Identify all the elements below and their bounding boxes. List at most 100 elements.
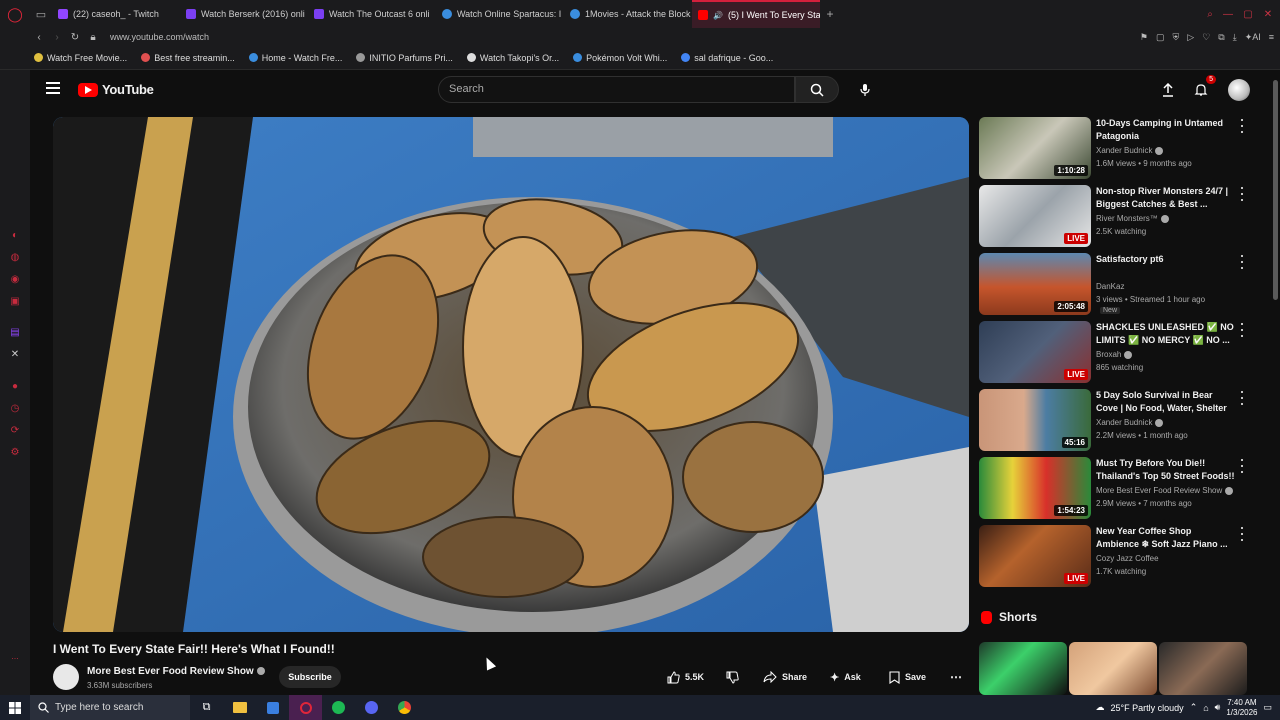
ask-button[interactable]: ✦ Ask	[824, 666, 867, 688]
extensions-icon[interactable]: ⧉	[1218, 32, 1224, 43]
video-title[interactable]: Non-stop River Monsters 24/7 | Biggest C…	[1096, 185, 1236, 211]
search-input[interactable]: Search	[438, 76, 795, 103]
channel-avatar[interactable]	[53, 664, 79, 690]
forward-icon[interactable]: ›	[48, 32, 66, 43]
video-player[interactable]	[53, 117, 969, 632]
bookmark-item[interactable]: Watch Free Movie...	[34, 53, 127, 63]
recommended-video[interactable]: LIVE Non-stop River Monsters 24/7 | Bigg…	[979, 185, 1249, 249]
recommended-video[interactable]: 45:16 5 Day Solo Survival in Bear Cove |…	[979, 389, 1249, 453]
video-thumbnail[interactable]: 1:54:23	[979, 457, 1091, 519]
scrollbar[interactable]	[1273, 80, 1278, 300]
share-button[interactable]: Share	[757, 666, 813, 688]
messenger-icon[interactable]: ◍	[9, 252, 21, 264]
bookmark-item[interactable]: Best free streamin...	[141, 53, 235, 63]
clock[interactable]: 7:40 AM 1/3/2026	[1226, 698, 1257, 718]
more-options-icon[interactable]	[1237, 255, 1247, 269]
channel-name[interactable]: DanKaz	[1096, 282, 1124, 291]
short-thumbnail[interactable]	[1069, 642, 1157, 695]
player-icon[interactable]: ▷	[1187, 32, 1194, 43]
more-options-icon[interactable]	[1237, 119, 1247, 133]
short-thumbnail[interactable]	[979, 642, 1067, 695]
browser-tab[interactable]: Watch Berserk (2016) onli	[180, 0, 308, 28]
tab-overview-icon[interactable]: ▭	[30, 0, 52, 28]
video-thumbnail[interactable]: 45:16	[979, 389, 1091, 451]
bookmark-item[interactable]: Watch Takopi's Or...	[466, 53, 559, 63]
download-icon[interactable]: ⤓	[1233, 32, 1237, 43]
settings-icon[interactable]: ⚙	[9, 447, 21, 459]
reload-icon[interactable]: ↻	[66, 32, 84, 43]
channel-name[interactable]: Cozy Jazz Coffee	[1096, 554, 1159, 563]
create-button[interactable]	[1157, 79, 1179, 101]
notification-center-icon[interactable]: ▭	[1263, 702, 1272, 713]
video-title[interactable]: New Year Coffee Shop Ambience ❄ Soft Jaz…	[1096, 525, 1236, 551]
maximize-button[interactable]: ▢	[1238, 0, 1258, 28]
browser-tab[interactable]: (22) caseoh_ - Twitch	[52, 0, 180, 28]
chevron-up-icon[interactable]: ⌃	[1190, 702, 1198, 713]
bookmark-icon[interactable]: ⚑	[1140, 32, 1148, 43]
video-thumbnail[interactable]: 1:10:28	[979, 117, 1091, 179]
video-title[interactable]: SHACKLES UNLEASHED ✅ NO LIMITS ✅ NO MERC…	[1096, 321, 1236, 347]
chrome-taskbar-icon[interactable]	[388, 695, 421, 720]
more-options-icon[interactable]	[1237, 187, 1247, 201]
opera-logo-icon[interactable]: ◯	[0, 0, 30, 28]
more-icon[interactable]: ⋯	[9, 654, 21, 666]
close-window-button[interactable]: ✕	[1258, 0, 1278, 28]
account-avatar[interactable]	[1228, 79, 1250, 101]
channel-name[interactable]: Xander Budnick	[1096, 418, 1164, 427]
video-thumbnail[interactable]: LIVE	[979, 525, 1091, 587]
heart-icon[interactable]: ♡	[1202, 32, 1210, 43]
history-icon[interactable]: ◷	[9, 403, 21, 415]
browser-tab-active[interactable]: 🔊 (5) I Went To Every Sta	[692, 0, 820, 28]
channel-name[interactable]: Xander Budnick	[1096, 146, 1164, 155]
menu-icon[interactable]: ≡	[1269, 32, 1274, 42]
search-button[interactable]	[795, 76, 839, 103]
capture-icon[interactable]: ▢	[1156, 32, 1165, 43]
back-icon[interactable]: ‹	[30, 32, 48, 43]
recommended-video[interactable]: LIVE SHACKLES UNLEASHED ✅ NO LIMITS ✅ NO…	[979, 321, 1249, 385]
channel-name[interactable]: River Monsters™	[1096, 214, 1169, 223]
bookmark-item[interactable]: INITIO Parfums Pri...	[356, 53, 453, 63]
voice-search-button[interactable]	[853, 78, 877, 102]
recommended-video[interactable]: 1:10:28 10-Days Camping in Untamed Patag…	[979, 117, 1249, 181]
video-title[interactable]: 5 Day Solo Survival in Bear Cove | No Fo…	[1096, 389, 1236, 415]
more-actions-button[interactable]: ⋯	[944, 666, 968, 688]
dislike-button[interactable]	[720, 666, 745, 688]
extensions-icon[interactable]: ⟳	[9, 425, 21, 437]
opera-taskbar-icon[interactable]	[289, 695, 322, 720]
menu-icon[interactable]	[46, 82, 60, 94]
subscribe-button[interactable]: Subscribe	[279, 666, 341, 688]
search-tabs-icon[interactable]: ⌕	[1200, 0, 1220, 28]
bookmark-item[interactable]: Home - Watch Fre...	[248, 53, 342, 63]
youtube-logo[interactable]: YouTube	[78, 82, 154, 97]
spotify-icon[interactable]: ●	[9, 381, 21, 393]
bookmark-item[interactable]: Pokémon Volt Whi...	[573, 53, 667, 63]
bookmark-item[interactable]: sal dafrique - Goo...	[681, 53, 773, 63]
speaker-icon[interactable]: 🔊	[713, 11, 723, 20]
taskbar-search-input[interactable]: Type here to search	[30, 695, 190, 720]
volume-icon[interactable]: 🔊︎	[1215, 702, 1221, 713]
weather-text[interactable]: 25°F Partly cloudy	[1111, 703, 1184, 713]
video-title[interactable]: Must Try Before You Die!! Thailand's Top…	[1096, 457, 1236, 483]
more-options-icon[interactable]	[1237, 459, 1247, 473]
discord-taskbar-icon[interactable]	[355, 695, 388, 720]
notifications-button[interactable]: 5	[1190, 75, 1216, 101]
aria-icon[interactable]: ◐	[9, 230, 21, 242]
task-view-icon[interactable]: ⧉	[190, 695, 223, 720]
telegram-icon[interactable]: ▣	[9, 296, 21, 308]
more-options-icon[interactable]	[1237, 391, 1247, 405]
recommended-video[interactable]: 2:05:48 Satisfactory pt6 DanKaz 3 views …	[979, 253, 1249, 317]
file-explorer-icon[interactable]	[223, 695, 256, 720]
channel-name[interactable]: More Best Ever Food Review Show	[1096, 486, 1234, 495]
recommended-video[interactable]: 1:54:23 Must Try Before You Die!! Thaila…	[979, 457, 1249, 521]
aria-icon[interactable]: ✦AI	[1245, 32, 1261, 43]
url-field[interactable]: www.youtube.com/watch	[110, 32, 209, 42]
video-title[interactable]: Satisfactory pt6	[1096, 253, 1236, 266]
video-thumbnail[interactable]: LIVE	[979, 185, 1091, 247]
more-options-icon[interactable]	[1237, 323, 1247, 337]
channel-name[interactable]: Broxah	[1096, 350, 1133, 359]
vpn-icon[interactable]: ⛨	[1173, 32, 1180, 43]
network-icon[interactable]: ⌂	[1203, 703, 1208, 713]
browser-tab[interactable]: Watch The Outcast 6 onli	[308, 0, 436, 28]
video-thumbnail[interactable]: LIVE	[979, 321, 1091, 383]
recommended-video[interactable]: LIVE New Year Coffee Shop Ambience ❄ Sof…	[979, 525, 1249, 589]
